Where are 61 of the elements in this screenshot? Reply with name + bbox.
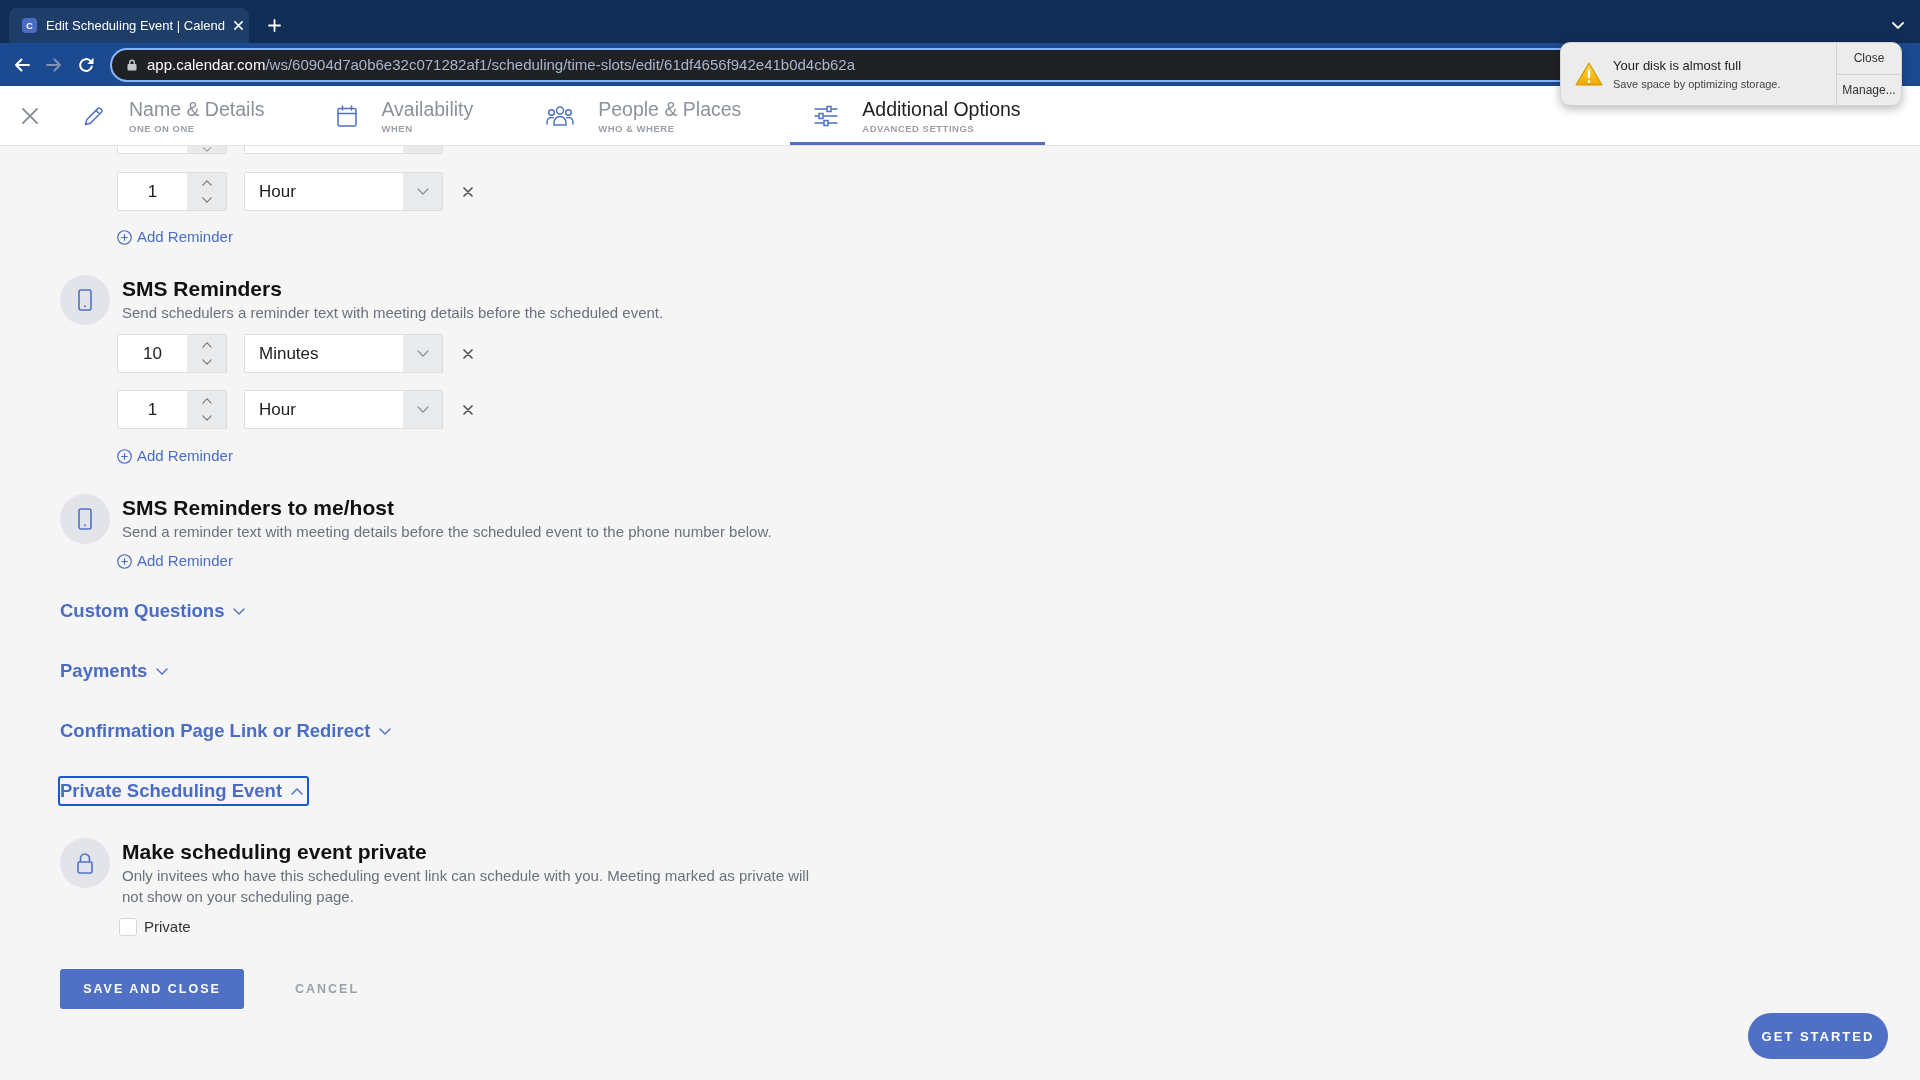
accordion-header[interactable]: Private Scheduling Event	[58, 776, 310, 806]
number-field[interactable]	[117, 146, 227, 154]
checkbox[interactable]	[119, 918, 137, 936]
notification-button[interactable]: Manage...	[1837, 73, 1901, 105]
reload-icon[interactable]	[78, 56, 94, 73]
phone-icon	[60, 275, 110, 325]
save-and-close-button[interactable]: SAVE AND CLOSE	[60, 969, 244, 1009]
chevron-up-icon	[291, 787, 304, 795]
chevron-down-icon	[379, 727, 392, 735]
plus-circle-icon	[117, 448, 132, 464]
close-icon[interactable]	[463, 404, 473, 415]
plus-circle-icon	[117, 229, 132, 245]
sliders-icon	[814, 104, 839, 127]
plus-circle-icon	[117, 553, 132, 569]
pencil-icon	[83, 104, 105, 127]
number-field[interactable]: 1	[117, 172, 227, 211]
chevron-up-icon[interactable]	[201, 180, 212, 186]
section-description: Only invitees who have this scheduling event link can schedule with you. Meeting marked as private will not show on your scheduling page.	[121, 866, 811, 907]
people-icon	[546, 105, 575, 126]
phone-icon	[60, 494, 110, 544]
lock-icon	[60, 838, 110, 888]
plus-icon[interactable]	[268, 19, 281, 32]
chevron-down-icon	[233, 607, 246, 615]
accordion-header[interactable]: Payments	[58, 656, 175, 686]
chevron-up-icon[interactable]	[201, 342, 212, 348]
chevron-up-icon[interactable]	[201, 398, 212, 404]
favicon-icon: C	[22, 18, 37, 33]
section-description: Send schedulers a reminder text with meeting details before the scheduled event.	[121, 303, 665, 323]
section-title: Make scheduling event private	[121, 839, 427, 865]
chevron-down-icon	[416, 350, 429, 357]
accordion-header[interactable]: Custom Questions	[58, 596, 252, 626]
browser-tab[interactable]: C Edit Scheduling Event | Calend	[9, 8, 249, 43]
step-tab[interactable]: People & Places WHO & WHERE	[522, 86, 766, 145]
get-started-button[interactable]: GET STARTED	[1748, 1013, 1888, 1059]
section-description: Send a reminder text with meeting details before the scheduled event to the phone number below.	[121, 522, 773, 542]
left-arrow-icon[interactable]	[14, 57, 30, 72]
add-reminder-link[interactable]: Add Reminder	[117, 446, 233, 466]
select-field[interactable]: Minutes	[244, 334, 443, 373]
warning-icon	[1575, 62, 1603, 86]
step-tab[interactable]: Name & Details ONE ON ONE	[59, 86, 289, 145]
checkbox-label[interactable]: Private	[144, 918, 191, 936]
step-tab[interactable]: Availability WHEN	[313, 86, 498, 145]
chevron-down-icon	[416, 406, 429, 413]
calendar-icon	[337, 104, 358, 127]
select-field[interactable]: Hour	[244, 390, 443, 429]
select-field[interactable]: Hour	[244, 172, 443, 211]
close-icon[interactable]	[463, 186, 473, 197]
number-field[interactable]: 1	[117, 390, 227, 429]
accordion-header[interactable]: Confirmation Page Link or Redirect	[58, 716, 398, 746]
notification-title: Your disk is almost full	[1613, 57, 1743, 74]
chevron-down-icon	[156, 667, 169, 675]
select-field[interactable]	[244, 146, 443, 154]
cancel-button[interactable]: CANCEL	[271, 969, 384, 1009]
close-icon[interactable]	[463, 348, 473, 359]
add-reminder-link[interactable]: Add Reminder	[117, 227, 233, 247]
chevron-down-icon	[416, 188, 429, 195]
section-title: SMS Reminders to me/host	[121, 495, 394, 521]
lock-icon	[127, 58, 137, 71]
add-reminder-link[interactable]: Add Reminder	[117, 551, 233, 571]
number-field[interactable]: 10	[117, 334, 227, 373]
section-title: SMS Reminders	[121, 276, 282, 302]
